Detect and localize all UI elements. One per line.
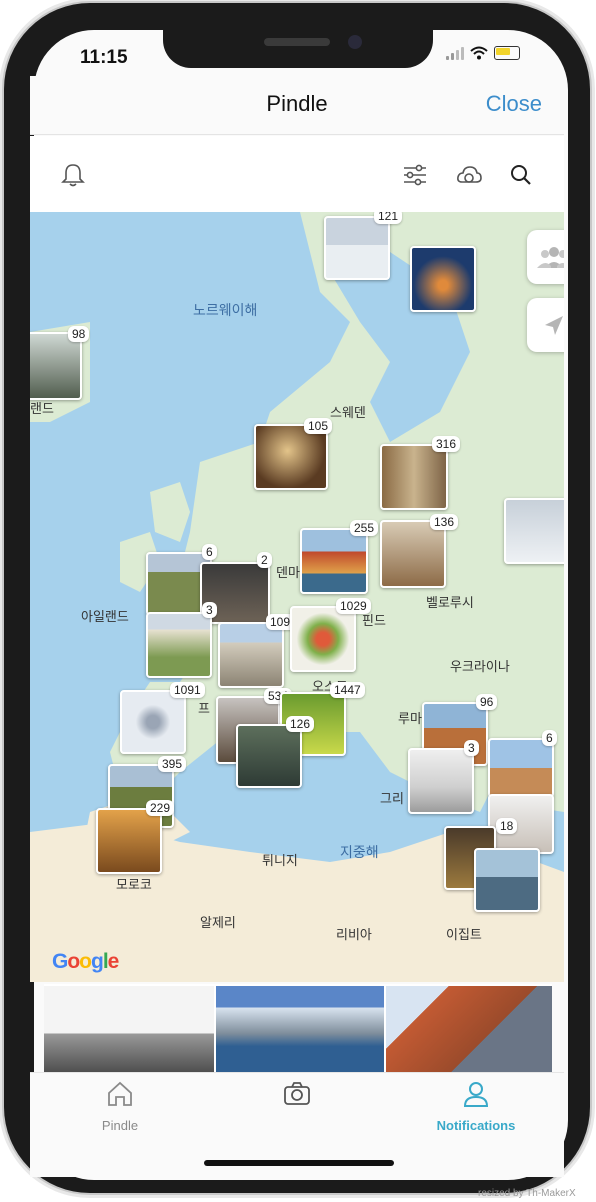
photo-cluster[interactable]: [410, 246, 476, 312]
tab-camera[interactable]: [237, 1079, 357, 1114]
speaker: [264, 38, 330, 46]
country-label: 그리: [380, 791, 404, 806]
cluster-count: 3: [464, 740, 479, 756]
photo-cluster[interactable]: [120, 690, 186, 754]
cluster-count: 255: [350, 520, 379, 536]
tab-notifications[interactable]: Notifications: [416, 1079, 536, 1133]
strip-photo[interactable]: [386, 986, 552, 1072]
cluster-count: 1447: [330, 682, 365, 698]
map-view[interactable]: 노르웨이해 지중해 스웨덴 아일랜드 벨로루시 우크라이나 모로코 튀니지 알제…: [30, 212, 564, 982]
cluster-count: 98: [68, 326, 90, 342]
cluster-count: 105: [304, 418, 333, 434]
watermark-text: resized by Th-MakerX: [478, 1188, 576, 1199]
cluster-count: 3: [202, 602, 217, 618]
country-label: 이집트: [446, 927, 482, 942]
tab-pindle[interactable]: Pindle: [60, 1079, 180, 1133]
tab-label: Notifications: [436, 1118, 516, 1133]
front-camera: [348, 35, 362, 49]
cluster-count: 1091: [170, 682, 205, 698]
photo-cluster[interactable]: [290, 606, 356, 672]
sliders-icon[interactable]: [400, 160, 430, 190]
cluster-count: 18: [496, 818, 518, 834]
photo-cluster[interactable]: [474, 848, 540, 912]
sea-label-norwegian: 노르웨이해: [193, 302, 258, 318]
country-label: 루마: [398, 711, 422, 726]
close-button[interactable]: Close: [486, 91, 542, 117]
status-time: 11:15: [80, 47, 128, 68]
home-icon: [108, 1081, 132, 1106]
home-indicator[interactable]: [204, 1160, 394, 1166]
people-icon: [537, 247, 564, 268]
strip-photo[interactable]: [44, 986, 214, 1072]
photo-strip[interactable]: [44, 984, 552, 1072]
wifi-icon: [470, 46, 488, 60]
photo-cluster[interactable]: [236, 724, 302, 788]
country-label: 덴마: [276, 565, 300, 580]
status-icons: [446, 46, 520, 60]
photo-cluster[interactable]: [96, 808, 162, 874]
country-label: 모로코: [116, 877, 152, 892]
page-title: Pindle: [266, 91, 328, 116]
locate-button[interactable]: [527, 298, 564, 352]
country-label: 랜드: [30, 401, 54, 416]
photo-cluster[interactable]: [488, 738, 554, 798]
country-label: 알제리: [200, 915, 236, 930]
app-header: Pindle Close: [30, 76, 564, 135]
signal-icon: [446, 46, 464, 60]
person-icon: [463, 1082, 489, 1107]
camera-icon: [284, 1082, 310, 1105]
cluster-count: 121: [374, 212, 403, 224]
photo-cluster[interactable]: [300, 528, 368, 594]
notch: [163, 26, 433, 68]
tab-label: Pindle: [101, 1118, 139, 1133]
toolbar: [30, 136, 564, 212]
bell-icon[interactable]: [58, 160, 88, 190]
navigation-arrow-icon: [545, 316, 563, 335]
photo-cluster[interactable]: [324, 216, 390, 280]
photo-cluster[interactable]: [146, 612, 212, 678]
country-label: 튀니지: [262, 853, 298, 868]
photo-cluster[interactable]: [380, 520, 446, 588]
friends-button[interactable]: [527, 230, 564, 284]
cluster-count: 136: [430, 514, 459, 530]
photo-cluster[interactable]: [504, 498, 564, 564]
cluster-count: 6: [542, 730, 557, 746]
search-icon[interactable]: [506, 160, 536, 190]
cluster-count: 2: [257, 552, 272, 568]
cluster-count: 229: [146, 800, 175, 816]
cloud-sync-icon[interactable]: [454, 160, 484, 190]
strip-photo[interactable]: [216, 986, 384, 1072]
photo-cluster[interactable]: [218, 622, 284, 688]
country-label: 우크라이나: [450, 659, 510, 674]
cluster-count: 316: [432, 436, 461, 452]
photo-cluster[interactable]: [30, 332, 82, 400]
sea-label-mediterranean: 지중해: [340, 844, 379, 860]
cluster-count: 6: [202, 544, 217, 560]
battery-icon: [494, 46, 520, 60]
country-label: 아일랜드: [81, 609, 129, 624]
country-label: 프: [198, 701, 210, 716]
google-logo: Google: [52, 950, 119, 973]
cluster-count: 1029: [336, 598, 371, 614]
cluster-count: 96: [476, 694, 498, 710]
cluster-count: 126: [286, 716, 315, 732]
photo-cluster[interactable]: [380, 444, 448, 510]
cluster-count: 395: [158, 756, 187, 772]
photo-cluster[interactable]: [408, 748, 474, 814]
country-label: 리비아: [336, 927, 372, 942]
country-label: 벨로루시: [426, 595, 474, 610]
country-label: 스웨덴: [330, 405, 366, 420]
